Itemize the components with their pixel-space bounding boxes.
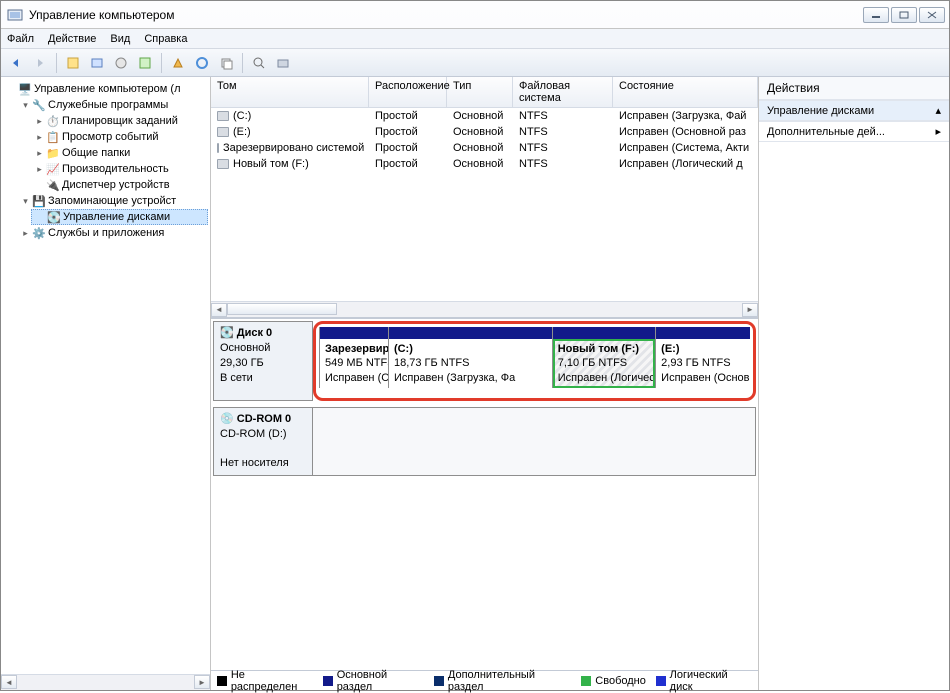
legend-extended: Дополнительный раздел (434, 669, 571, 693)
cdrom-0-row: 💿 CD-ROM 0 CD-ROM (D:) Нет носителя (213, 407, 756, 476)
tree-event-viewer[interactable]: ▸📋Просмотр событий (31, 129, 208, 145)
legend-logical: Логический диск (656, 669, 752, 693)
console-tree[interactable]: 🖥️Управление компьютером (л ▾🔧Служебные … (1, 77, 210, 245)
forward-button[interactable] (29, 52, 51, 74)
menubar: Файл Действие Вид Справка (1, 29, 949, 49)
tool-icon-2[interactable] (86, 52, 108, 74)
legend-free: Свободно (581, 675, 646, 687)
col-layout[interactable]: Расположение (369, 77, 447, 107)
minimize-button[interactable] (863, 7, 889, 23)
tree-task-scheduler[interactable]: ▸⏱️Планировщик заданий (31, 113, 208, 129)
tool-icon-7[interactable] (215, 52, 237, 74)
tool-icon-9[interactable] (272, 52, 294, 74)
col-type[interactable]: Тип (447, 77, 513, 107)
cdrom-icon: 💿 (220, 413, 234, 425)
legend: Не распределен Основной раздел Дополните… (211, 670, 758, 690)
maximize-button[interactable] (891, 7, 917, 23)
partition-f-selected[interactable]: Новый том (F:)7,10 ГБ NTFSИсправен (Логи… (552, 327, 655, 388)
close-button[interactable] (919, 7, 945, 23)
disk-0-label[interactable]: 💽 Диск 0 Основной 29,30 ГБ В сети (213, 321, 313, 401)
actions-pane: Действия Управление дисками ▴ Дополнител… (759, 77, 949, 690)
window-root: Управление компьютером Файл Действие Вид… (0, 0, 950, 691)
disk-0-row: 💽 Диск 0 Основной 29,30 ГБ В сети Зарезе… (213, 321, 756, 401)
collapse-icon: ▴ (935, 104, 941, 117)
legend-unallocated: Не распределен (217, 669, 313, 693)
tool-icon-6[interactable] (191, 52, 213, 74)
menu-file[interactable]: Файл (7, 33, 34, 45)
menu-view[interactable]: Вид (110, 33, 130, 45)
volume-icon (217, 143, 219, 153)
tree-device-manager[interactable]: 🔌Диспетчер устройств (31, 177, 208, 193)
cdrom-0-label[interactable]: 💿 CD-ROM 0 CD-ROM (D:) Нет носителя (213, 407, 313, 476)
menu-action[interactable]: Действие (48, 33, 96, 45)
back-button[interactable] (5, 52, 27, 74)
actions-disk-management[interactable]: Управление дисками ▴ (759, 100, 949, 121)
tree-system-tools[interactable]: ▾🔧Служебные программы (17, 97, 208, 113)
disk-0-partitions: Зарезервиро549 МБ NTFSИсправен (Си (C:)1… (313, 321, 756, 401)
volume-icon (217, 127, 229, 137)
col-volume[interactable]: Том (211, 77, 369, 107)
toolbar (1, 49, 949, 77)
menu-help[interactable]: Справка (144, 33, 187, 45)
tree-hscroll[interactable]: ◄► (1, 674, 210, 690)
volume-row[interactable]: Зарезервировано системой ПростойОсновной… (211, 140, 758, 156)
volume-hscroll[interactable]: ◄► (211, 301, 758, 317)
col-status[interactable]: Состояние (613, 77, 758, 107)
titlebar: Управление компьютером (1, 1, 949, 29)
volume-row[interactable]: (E:) ПростойОсновнойNTFSИсправен (Основн… (211, 124, 758, 140)
tree-performance[interactable]: ▸📈Производительность (31, 161, 208, 177)
tool-icon-5[interactable] (167, 52, 189, 74)
cdrom-0-body (313, 407, 756, 476)
window-title: Управление компьютером (29, 8, 863, 22)
tool-icon-8[interactable] (248, 52, 270, 74)
actions-more[interactable]: Дополнительные дей... ▸ (759, 121, 949, 142)
tool-icon-1[interactable] (62, 52, 84, 74)
chevron-right-icon: ▸ (935, 125, 941, 138)
center-pane: Том Расположение Тип Файловая система Со… (211, 77, 759, 690)
volume-row[interactable]: (C:) ПростойОсновнойNTFSИсправен (Загруз… (211, 108, 758, 124)
tool-icon-4[interactable] (134, 52, 156, 74)
partition-system-reserved[interactable]: Зарезервиро549 МБ NTFSИсправен (Си (319, 327, 388, 388)
tool-icon-3[interactable] (110, 52, 132, 74)
volume-header[interactable]: Том Расположение Тип Файловая система Со… (211, 77, 758, 108)
actions-header: Действия (759, 77, 949, 100)
partition-e[interactable]: (E:)2,93 ГБ NTFSИсправен (Основн (655, 327, 750, 388)
disk-icon: 💽 (220, 327, 234, 339)
tree-pane: 🖥️Управление компьютером (л ▾🔧Служебные … (1, 77, 211, 690)
disk-graphical-view: 💽 Диск 0 Основной 29,30 ГБ В сети Зарезе… (211, 317, 758, 690)
partition-c[interactable]: (C:)18,73 ГБ NTFSИсправен (Загрузка, Фа (388, 327, 552, 388)
tree-shared-folders[interactable]: ▸📁Общие папки (31, 145, 208, 161)
tree-storage[interactable]: ▾💾Запоминающие устройст (17, 193, 208, 209)
col-filesystem[interactable]: Файловая система (513, 77, 613, 107)
volume-list: Том Расположение Тип Файловая система Со… (211, 77, 758, 317)
volume-icon (217, 111, 229, 121)
volume-icon (217, 159, 229, 169)
app-icon (7, 7, 23, 23)
tree-disk-management[interactable]: 💽Управление дисками (31, 209, 208, 225)
volume-row[interactable]: Новый том (F:) ПростойОсновнойNTFSИсправ… (211, 156, 758, 172)
legend-primary: Основной раздел (323, 669, 424, 693)
tree-root[interactable]: 🖥️Управление компьютером (л (3, 81, 208, 97)
tree-services-apps[interactable]: ▸⚙️Службы и приложения (17, 225, 208, 241)
